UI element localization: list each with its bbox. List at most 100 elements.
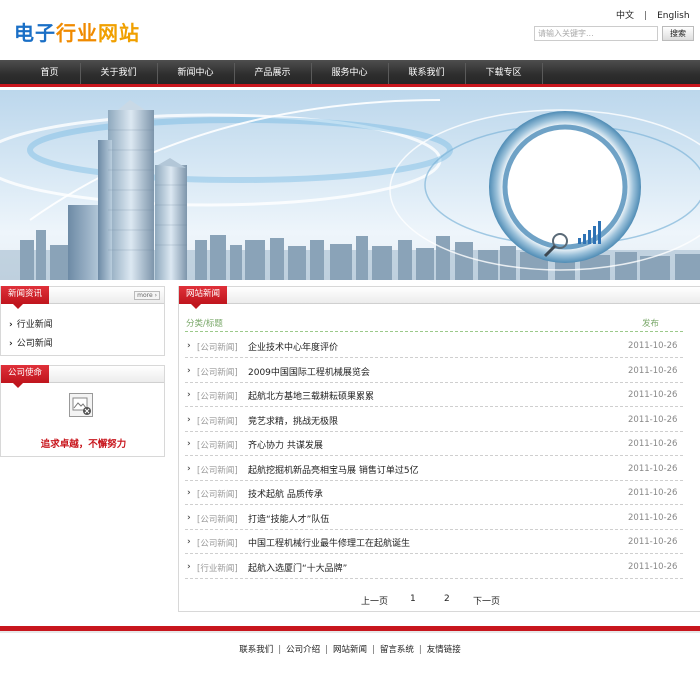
arrow-icon: › xyxy=(187,513,191,523)
language-switch: 中文 | English xyxy=(616,8,690,21)
news-category[interactable]: [公司新闻] xyxy=(197,415,238,427)
arrow-icon: › xyxy=(187,464,191,474)
news-date: 2011-10-26 xyxy=(628,562,678,572)
nav-item-about[interactable]: 关于我们 xyxy=(80,60,157,87)
footer-link-contact[interactable]: 联系我们 xyxy=(239,645,273,655)
news-category[interactable]: [公司新闻] xyxy=(197,513,238,525)
pager-page-2[interactable]: 2 xyxy=(444,594,450,604)
pager-page-1[interactable]: 1 xyxy=(410,594,416,604)
sidebar-item-industry-news[interactable]: 行业新闻 xyxy=(9,317,53,330)
nav-item-news[interactable]: 新闻中心 xyxy=(157,60,234,87)
lang-chinese-link[interactable]: 中文 xyxy=(616,11,634,21)
nav-item-home[interactable]: 首页 xyxy=(11,60,88,87)
arrow-icon: › xyxy=(187,415,191,425)
news-title[interactable]: 中国工程机械行业最牛修理工在起航诞生 xyxy=(248,536,410,549)
search-input[interactable]: 请输入关键字... xyxy=(534,26,658,41)
site-news-title: 网站新闻 xyxy=(179,286,228,309)
news-title[interactable]: 2009中国国际工程机械展览会 xyxy=(248,365,370,378)
news-row[interactable]: › [公司新闻] 齐心协力 共谋发展 2011-10-26 xyxy=(185,432,683,456)
footer-separator: | xyxy=(278,645,282,655)
footer-link-news[interactable]: 网站新闻 xyxy=(333,645,367,655)
news-row[interactable]: › [公司新闻] 技术起航 品质传承 2011-10-26 xyxy=(185,481,683,505)
hero-banner xyxy=(0,90,700,280)
news-date: 2011-10-26 xyxy=(628,537,678,547)
news-date: 2011-10-26 xyxy=(628,439,678,449)
news-title[interactable]: 企业技术中心年度评价 xyxy=(248,340,338,353)
footer-separator: | xyxy=(372,645,375,655)
news-title[interactable]: 起航挖掘机新品亮相宝马展 销售订单过5亿 xyxy=(248,463,419,476)
news-row[interactable]: › [公司新闻] 中国工程机械行业最牛修理工在起航诞生 2011-10-26 xyxy=(185,530,683,554)
site-logo[interactable]: 电子行业网站 xyxy=(14,17,140,46)
nav-item-service[interactable]: 服务中心 xyxy=(311,60,388,87)
footer-link-guestbook[interactable]: 留言系统 xyxy=(380,645,414,655)
news-date: 2011-10-26 xyxy=(628,415,678,425)
news-date: 2011-10-26 xyxy=(628,366,678,376)
logo-char: 站 xyxy=(119,21,140,45)
news-row[interactable]: › [公司新闻] 企业技术中心年度评价 2011-10-26 xyxy=(185,334,683,358)
news-category[interactable]: [公司新闻] xyxy=(197,341,238,353)
logo-char: 网 xyxy=(98,21,119,45)
news-category[interactable]: [公司新闻] xyxy=(197,537,238,549)
news-row[interactable]: › [公司新闻] 2009中国国际工程机械展览会 2011-10-26 xyxy=(185,359,683,383)
news-info-panel: 新闻资讯 more › 行业新闻 公司新闻 xyxy=(0,286,165,356)
news-title[interactable]: 齐心协力 共谋发展 xyxy=(248,438,323,451)
footer-separator: | xyxy=(325,645,328,655)
mission-panel: 公司使命 追求卓越，不懈努力 xyxy=(0,365,165,457)
news-category[interactable]: [公司新闻] xyxy=(197,488,238,500)
arrow-icon: › xyxy=(187,537,191,547)
search-button[interactable]: 搜索 xyxy=(662,26,694,41)
nav-divider xyxy=(542,63,543,84)
pager-prev[interactable]: 上一页 xyxy=(361,594,388,607)
footer-link-friends[interactable]: 友情链接 xyxy=(427,645,461,655)
lang-separator: | xyxy=(644,11,648,21)
news-category[interactable]: [行业新闻] xyxy=(197,562,238,574)
news-category[interactable]: [公司新闻] xyxy=(197,390,238,402)
logo-char: 行 xyxy=(56,21,77,45)
panel-header: 网站新闻 xyxy=(179,286,700,309)
panel-header: 新闻资讯 more › xyxy=(1,286,164,309)
arrow-icon: › xyxy=(187,562,191,572)
news-title[interactable]: 打造“技能人才”队伍 xyxy=(248,512,329,525)
news-title[interactable]: 起航北方基地三载耕耘硕果累累 xyxy=(248,389,374,402)
nav-item-contact[interactable]: 联系我们 xyxy=(388,60,465,87)
broken-image-icon xyxy=(69,393,93,417)
logo-char: 电 xyxy=(14,21,35,45)
news-row[interactable]: › [行业新闻] 起航入选厦门“十大品牌” 2011-10-26 xyxy=(185,555,683,579)
news-info-title: 新闻资讯 xyxy=(1,286,50,309)
news-date: 2011-10-26 xyxy=(628,390,678,400)
sidebar-item-company-news[interactable]: 公司新闻 xyxy=(9,336,53,349)
news-date: 2011-10-26 xyxy=(628,513,678,523)
arrow-icon: › xyxy=(187,341,191,351)
footer-link-about[interactable]: 公司介绍 xyxy=(286,645,320,655)
news-title[interactable]: 竞艺求精，挑战无极限 xyxy=(248,414,338,427)
nav-item-download[interactable]: 下载专区 xyxy=(465,60,542,87)
news-category[interactable]: [公司新闻] xyxy=(197,366,238,378)
footer-links: 联系我们 | 公司介绍 | 网站新闻 | 留言系统 | 友情链接 xyxy=(0,643,700,655)
pager-next[interactable]: 下一页 xyxy=(473,594,500,607)
header-divider xyxy=(185,331,683,332)
arrow-icon: › xyxy=(187,390,191,400)
news-category[interactable]: [公司新闻] xyxy=(197,464,238,476)
logo-char: 子 xyxy=(35,21,56,45)
arrow-icon: › xyxy=(187,439,191,449)
news-title[interactable]: 技术起航 品质传承 xyxy=(248,487,323,500)
lang-english-link[interactable]: English xyxy=(657,11,690,21)
nav-item-products[interactable]: 产品展示 xyxy=(234,60,311,87)
footer-separator: | xyxy=(418,645,422,655)
logo-char: 业 xyxy=(77,21,98,45)
news-row[interactable]: › [公司新闻] 竞艺求精，挑战无极限 2011-10-26 xyxy=(185,408,683,432)
news-row[interactable]: › [公司新闻] 打造“技能人才”队伍 2011-10-26 xyxy=(185,506,683,530)
footer-divider xyxy=(0,631,700,633)
news-row[interactable]: › [公司新闻] 起航挖掘机新品亮相宝马展 销售订单过5亿 2011-10-26 xyxy=(185,457,683,481)
column-header-category: 分类/标题 xyxy=(186,319,223,329)
chevron-right-icon: › xyxy=(154,292,157,299)
news-category[interactable]: [公司新闻] xyxy=(197,439,238,451)
more-button[interactable]: more › xyxy=(134,291,160,300)
news-title[interactable]: 起航入选厦门“十大品牌” xyxy=(248,561,347,574)
arrow-icon: › xyxy=(187,488,191,498)
city-skyline-illustration xyxy=(0,99,700,280)
news-row[interactable]: › [公司新闻] 起航北方基地三载耕耘硕果累累 2011-10-26 xyxy=(185,383,683,407)
news-date: 2011-10-26 xyxy=(628,464,678,474)
news-date: 2011-10-26 xyxy=(628,341,678,351)
news-date: 2011-10-26 xyxy=(628,488,678,498)
